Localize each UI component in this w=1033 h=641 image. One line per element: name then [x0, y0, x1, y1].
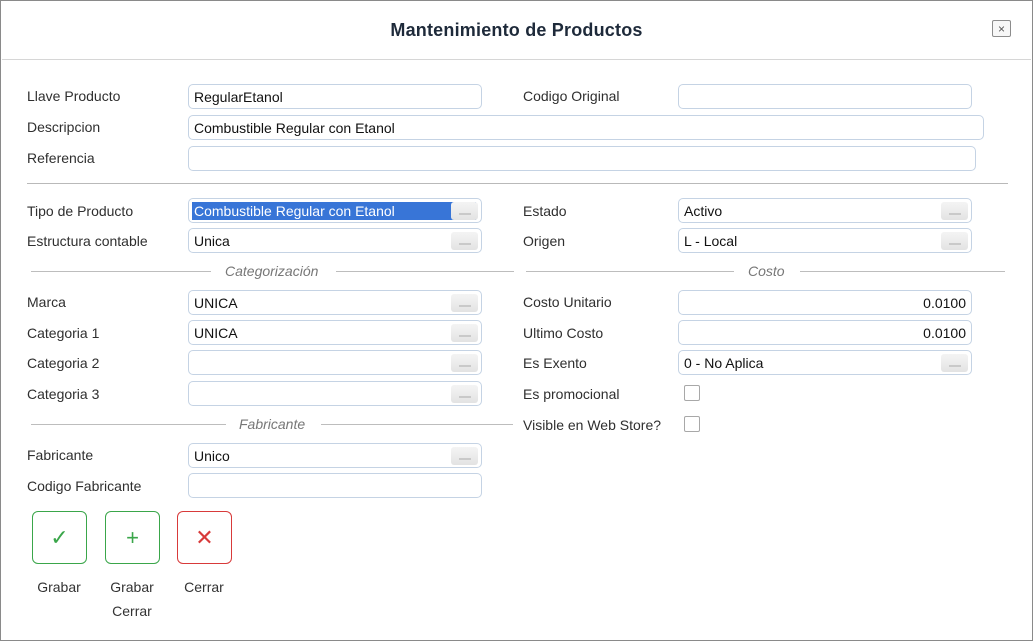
llave-producto-label: Llave Producto [27, 88, 121, 104]
llave-producto-value: RegularEtanol [194, 88, 283, 105]
dropdown-arrow-icon[interactable] [451, 447, 478, 465]
codigo-fabricante-label: Codigo Fabricante [27, 478, 142, 494]
categorizacion-section-title: Categorización [225, 263, 319, 279]
costo-unitario-value: 0.0100 [923, 294, 966, 311]
es-promocional-checkbox[interactable] [684, 385, 700, 401]
estructura-contable-select[interactable]: Unica [188, 228, 482, 253]
dropdown-arrow-icon[interactable] [451, 232, 478, 250]
tipo-producto-value: Combustible Regular con Etanol [192, 201, 476, 220]
dropdown-arrow-icon[interactable] [941, 232, 968, 250]
categoria2-select[interactable] [188, 350, 482, 375]
categoria1-label: Categoria 1 [27, 325, 100, 341]
fabricante-line-left [31, 424, 226, 425]
es-exento-label: Es Exento [523, 355, 587, 371]
es-exento-value: 0 - No Aplica [684, 354, 764, 371]
categoria3-select[interactable] [188, 381, 482, 406]
dropdown-arrow-icon[interactable] [451, 202, 478, 220]
dropdown-arrow-icon[interactable] [941, 202, 968, 220]
origen-label: Origen [523, 233, 566, 249]
grabar-cerrar-button-label-line2[interactable]: Cerrar [92, 599, 172, 623]
categorizacion-line-right [336, 271, 514, 272]
dropdown-arrow-icon[interactable] [451, 324, 478, 342]
cerrar-button-label[interactable]: Cerrar [164, 575, 244, 599]
dropdown-arrow-icon[interactable] [451, 294, 478, 312]
descripcion-label: Descripcion [27, 119, 101, 135]
categoria2-label: Categoria 2 [27, 355, 100, 371]
fabricante-label: Fabricante [27, 447, 94, 463]
categorizacion-line-left [31, 271, 211, 272]
ultimo-costo-input[interactable]: 0.0100 [678, 320, 972, 345]
check-icon: ✓ [50, 524, 69, 550]
marca-label: Marca [27, 294, 66, 310]
referencia-input[interactable] [188, 146, 976, 171]
origen-value: L - Local [684, 232, 738, 249]
codigo-original-input[interactable] [678, 84, 972, 109]
close-icon[interactable]: × [992, 20, 1011, 37]
grabar-cerrar-button-label-line1[interactable]: Grabar [92, 575, 172, 599]
tipo-producto-select[interactable]: Combustible Regular con Etanol [188, 198, 482, 223]
estado-select[interactable]: Activo [678, 198, 972, 223]
visible-web-store-label: Visible en Web Store? [523, 417, 662, 433]
dropdown-arrow-icon[interactable] [451, 354, 478, 372]
referencia-label: Referencia [27, 150, 95, 166]
form-divider [27, 183, 1008, 184]
llave-producto-input[interactable]: RegularEtanol [188, 84, 482, 109]
fabricante-line-right [321, 424, 513, 425]
es-promocional-label: Es promocional [523, 386, 620, 402]
fabricante-value: Unico [194, 447, 230, 464]
marca-select[interactable]: UNICA [188, 290, 482, 315]
dropdown-arrow-icon[interactable] [451, 385, 478, 403]
estado-value: Activo [684, 202, 723, 219]
estructura-contable-label: Estructura contable [27, 233, 148, 249]
estructura-contable-value: Unica [194, 232, 230, 249]
descripcion-value: Combustible Regular con Etanol [194, 119, 395, 136]
product-maintenance-dialog: Mantenimiento de Productos × Llave Produ… [0, 0, 1033, 641]
ultimo-costo-label: Ultimo Costo [523, 325, 604, 341]
grabar-button-label[interactable]: Grabar [19, 575, 99, 599]
costo-line-left [526, 271, 734, 272]
es-exento-select[interactable]: 0 - No Aplica [678, 350, 972, 375]
tipo-producto-label: Tipo de Producto [27, 203, 134, 219]
estado-label: Estado [523, 203, 567, 219]
fabricante-select[interactable]: Unico [188, 443, 482, 468]
dialog-title: Mantenimiento de Productos [390, 20, 643, 40]
costo-unitario-label: Costo Unitario [523, 294, 612, 310]
descripcion-input[interactable]: Combustible Regular con Etanol [188, 115, 984, 140]
fabricante-section-title: Fabricante [239, 416, 306, 432]
x-icon: ✕ [195, 524, 214, 550]
plus-icon: + [126, 524, 139, 550]
costo-unitario-input[interactable]: 0.0100 [678, 290, 972, 315]
categoria1-select[interactable]: UNICA [188, 320, 482, 345]
grabar-button[interactable]: ✓ [32, 511, 87, 564]
costo-section-title: Costo [748, 263, 785, 279]
dropdown-arrow-icon[interactable] [941, 354, 968, 372]
grabar-cerrar-button[interactable]: + [105, 511, 160, 564]
ultimo-costo-value: 0.0100 [923, 324, 966, 341]
origen-select[interactable]: L - Local [678, 228, 972, 253]
codigo-original-label: Codigo Original [523, 88, 620, 104]
visible-web-store-checkbox[interactable] [684, 416, 700, 432]
codigo-fabricante-input[interactable] [188, 473, 482, 498]
cerrar-button[interactable]: ✕ [177, 511, 232, 564]
dialog-title-bar: Mantenimiento de Productos × [2, 2, 1031, 60]
categoria3-label: Categoria 3 [27, 386, 100, 402]
marca-value: UNICA [194, 294, 238, 311]
categoria1-value: UNICA [194, 324, 238, 341]
costo-line-right [800, 271, 1005, 272]
